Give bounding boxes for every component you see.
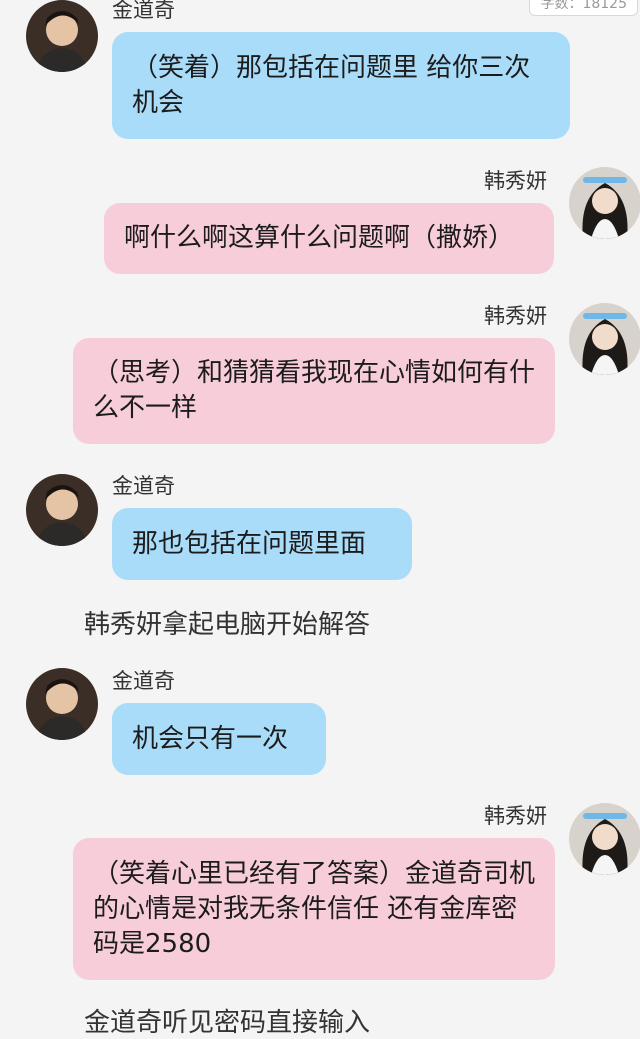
speaker-name: 金道奇	[112, 474, 175, 498]
message-bubble: 机会只有一次	[112, 703, 326, 775]
message-text: （笑着）那包括在问题里 给你三次机会	[132, 52, 531, 118]
man-avatar-icon[interactable]	[26, 668, 98, 740]
speaker-name: 金道奇	[112, 669, 175, 693]
message-bubble: （思考）和猜猜看我现在心情如何有什么不一样	[73, 338, 555, 444]
speaker-name: 韩秀妍	[484, 169, 547, 193]
message-bubble: 那也包括在问题里面	[112, 508, 412, 580]
message-bubble: （笑着）那包括在问题里 给你三次机会	[112, 32, 570, 139]
message-text: 机会只有一次	[132, 723, 289, 754]
narration-text: 韩秀妍拿起电脑开始解答	[84, 610, 371, 640]
message-text: （笑着心里已经有了答案）金道奇司机的心情是对我无条件信任 还有金库密码是2580	[93, 858, 536, 959]
message-text: 啊什么啊这算什么问题啊（撒娇）	[124, 223, 515, 253]
speaker-name: 韩秀妍	[484, 304, 547, 328]
message-text: （思考）和猜猜看我现在心情如何有什么不一样	[93, 358, 536, 423]
speaker-name: 韩秀妍	[484, 804, 547, 828]
woman-avatar-icon[interactable]	[569, 303, 640, 375]
woman-avatar-icon[interactable]	[569, 167, 640, 239]
message-text: 那也包括在问题里面	[132, 528, 367, 559]
narration-text: 金道奇听见密码直接输入	[84, 1008, 371, 1038]
man-avatar-icon[interactable]	[26, 0, 98, 72]
woman-avatar-icon[interactable]	[569, 803, 640, 875]
speaker-name: 金道奇	[112, 0, 175, 22]
message-bubble: 啊什么啊这算什么问题啊（撒娇）	[104, 203, 554, 274]
message-bubble: （笑着心里已经有了答案）金道奇司机的心情是对我无条件信任 还有金库密码是2580	[73, 838, 555, 980]
word-count-badge: 字数：18125	[529, 0, 638, 16]
man-avatar-icon[interactable]	[26, 474, 98, 546]
